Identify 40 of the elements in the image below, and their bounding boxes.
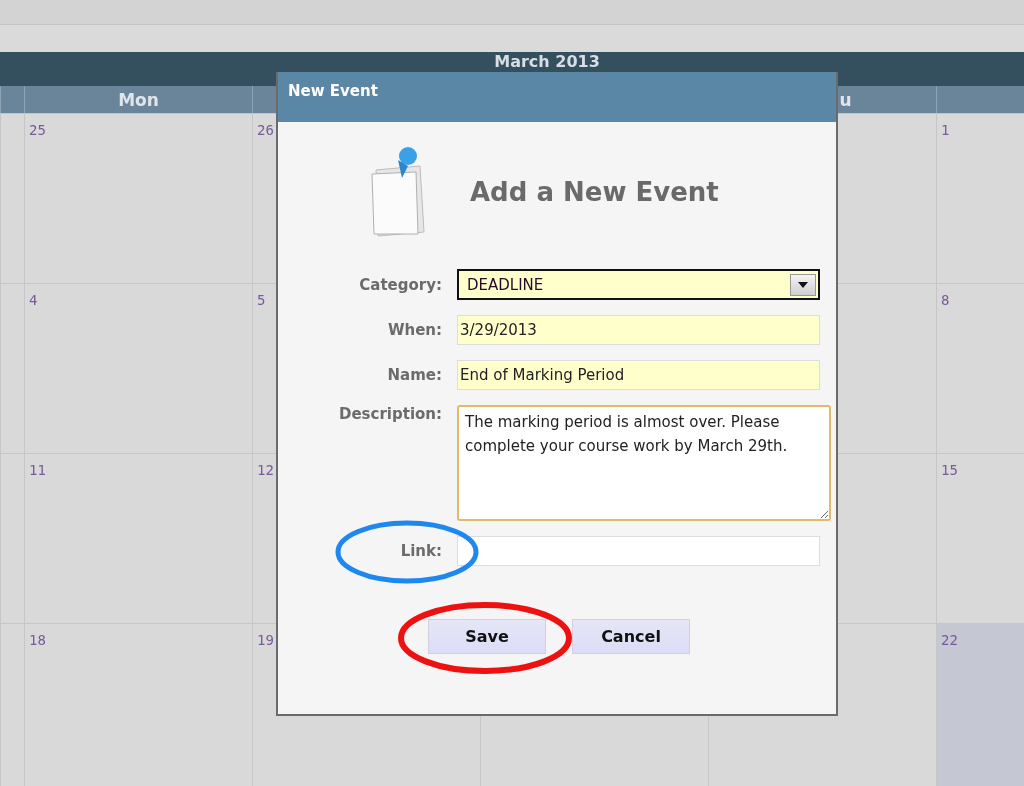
field-label: Name: (387, 366, 442, 384)
day-number: 22 (941, 632, 958, 648)
day-number: 19 (257, 632, 274, 648)
dropdown-arrow-button[interactable] (790, 273, 816, 296)
day-cell[interactable]: 18 (24, 623, 252, 786)
caret-icon (798, 281, 808, 288)
field-label: Link: (400, 542, 442, 560)
field-label: Description: (339, 405, 442, 423)
day-number: 11 (29, 462, 46, 478)
day-cell[interactable]: 1 (936, 113, 1024, 283)
day-number: 1 (941, 122, 950, 138)
day-cell[interactable]: 4 (24, 283, 252, 453)
day-number: 15 (941, 462, 958, 478)
link-field[interactable] (457, 536, 820, 566)
day-cell[interactable]: 8 (936, 283, 1024, 453)
day-cell[interactable]: 15 (936, 453, 1024, 623)
day-cell[interactable]: 11 (24, 453, 252, 623)
day-number: 5 (257, 292, 266, 308)
category-dropdown[interactable]: DEADLINE (457, 269, 820, 300)
weekday-header: Mon (118, 89, 159, 110)
day-cell[interactable]: 22 (936, 623, 1024, 786)
day-number: 26 (257, 122, 274, 138)
day-number: 25 (29, 122, 46, 138)
day-number: 8 (941, 292, 950, 308)
description-field[interactable]: The marking period is almost over. Please complete your course work by March 29th. (457, 405, 831, 521)
field-label: When: (387, 321, 442, 339)
save-button[interactable]: Save (428, 619, 546, 654)
input-field[interactable]: 3/29/2013 (457, 315, 820, 345)
weekday-header: u (839, 89, 852, 110)
dropdown-value: DEADLINE (467, 275, 544, 294)
dialog-title: New Event (288, 82, 378, 100)
day-number: 4 (29, 292, 38, 308)
input-field[interactable]: End of Marking Period (457, 360, 820, 390)
dialog-heading: Add a New Event (470, 177, 719, 207)
day-number: 12 (257, 462, 274, 478)
cancel-button[interactable]: Cancel (572, 619, 690, 654)
field-label: Category: (359, 275, 442, 294)
day-cell[interactable]: 25 (24, 113, 252, 283)
month-title: March 2013 (494, 52, 600, 71)
day-number: 18 (29, 632, 46, 648)
